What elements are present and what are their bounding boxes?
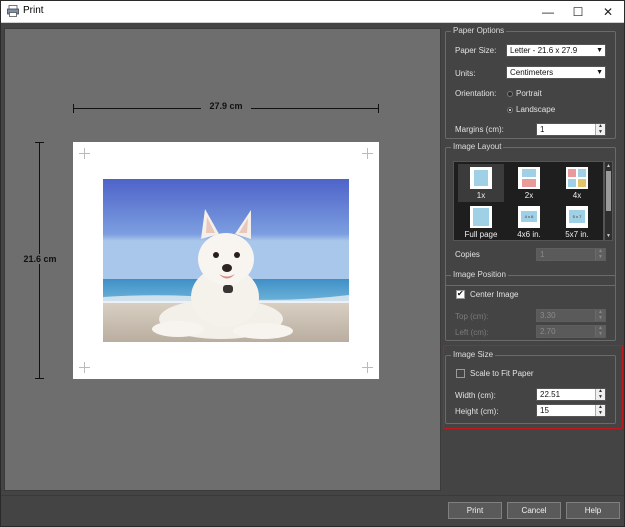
layout-scrollbar[interactable]: ▲ ▼ xyxy=(604,161,613,241)
maximize-icon: ☐ xyxy=(572,4,584,19)
left-label: Left (cm): xyxy=(455,328,489,337)
units-label: Units: xyxy=(455,69,476,78)
width-dimension-label: 27.9 cm xyxy=(201,101,251,111)
copies-spinbox[interactable]: 1 ▲ ▼ xyxy=(536,248,606,261)
window-title: Print xyxy=(23,5,44,16)
paper-options-title: Paper Options xyxy=(451,26,507,35)
chevron-down-icon: ▼ xyxy=(596,69,603,76)
close-icon: ✕ xyxy=(602,4,614,19)
thumb-text: 4 x 6 xyxy=(521,211,537,222)
margins-label: Margins (cm): xyxy=(455,125,504,134)
layout-list: 1x 2x 4x Full page 4 x 6 4x6 in. 5 x 7 5… xyxy=(453,161,604,241)
top-stepper[interactable]: ▲ ▼ xyxy=(595,310,605,321)
copies-label: Copies xyxy=(455,250,480,259)
scrollbar-thumb[interactable] xyxy=(606,171,611,211)
crop-mark xyxy=(362,148,373,159)
units-select[interactable]: Centimeters ▼ xyxy=(506,66,606,79)
arrow-down-icon[interactable]: ▼ xyxy=(596,130,605,135)
layout-tile-full-page[interactable]: Full page xyxy=(458,203,504,240)
paper-size-value: Letter - 21.6 x 27.9 xyxy=(510,46,578,55)
portrait-radio[interactable] xyxy=(507,91,513,97)
left-spinbox[interactable]: 2.70 ▲ ▼ xyxy=(536,325,606,338)
image-size-highlight xyxy=(443,345,623,429)
paper-size-label: Paper Size: xyxy=(455,46,497,55)
top-label: Top (cm): xyxy=(455,312,489,321)
margins-value: 1 xyxy=(540,125,545,134)
close-button[interactable]: ✕ xyxy=(593,1,623,22)
copies-value: 1 xyxy=(540,250,545,259)
printer-icon xyxy=(7,5,19,17)
paper-preview xyxy=(73,142,379,379)
print-dialog: Print — ☐ ✕ 27.9 cm 21.6 cm Paper Option… xyxy=(0,0,625,527)
image-position-title: Image Position xyxy=(451,270,508,279)
portrait-label: Portrait xyxy=(516,89,542,98)
arrow-down-icon[interactable]: ▼ xyxy=(596,332,605,337)
copies-stepper[interactable]: ▲ ▼ xyxy=(595,249,605,260)
center-image-label: Center Image xyxy=(470,290,519,299)
image-layout-title: Image Layout xyxy=(451,142,504,151)
layout-tile-2x[interactable]: 2x xyxy=(506,164,552,202)
layout-tile-label: Full page xyxy=(464,230,498,239)
footer-divider xyxy=(1,495,624,496)
print-button[interactable]: Print xyxy=(448,502,502,519)
landscape-label: Landscape xyxy=(516,105,556,114)
dog-photo-image xyxy=(103,179,349,342)
image-layout-group: Image Layout 1x 2x 4x Full page 4 x 6 4x… xyxy=(445,142,616,286)
margins-spinbox[interactable]: 1 ▲ ▼ xyxy=(536,123,606,136)
margins-stepper[interactable]: ▲ ▼ xyxy=(595,124,605,135)
layout-4x6-icon: 4 x 6 xyxy=(518,206,540,228)
photo-preview[interactable] xyxy=(103,179,349,342)
paper-size-select[interactable]: Letter - 21.6 x 27.9 ▼ xyxy=(506,44,606,57)
layout-tile-label: 4x6 in. xyxy=(517,230,541,239)
cancel-button[interactable]: Cancel xyxy=(507,502,561,519)
center-image-checkbox[interactable] xyxy=(456,289,465,299)
thumb-text: 5 x 7 xyxy=(569,210,585,223)
layout-tile-4x[interactable]: 4x xyxy=(554,164,600,202)
left-value: 2.70 xyxy=(540,327,556,336)
print-preview-area: 27.9 cm 21.6 cm xyxy=(4,28,441,491)
crop-mark xyxy=(362,362,373,373)
chevron-down-icon: ▼ xyxy=(596,47,603,54)
layout-tile-4x6[interactable]: 4 x 6 4x6 in. xyxy=(506,203,552,240)
layout-tile-label: 1x xyxy=(476,191,486,200)
layout-tile-label: 2x xyxy=(524,191,534,200)
paper-options-group: Paper Options Paper Size: Letter - 21.6 … xyxy=(445,26,616,139)
layout-2x-icon xyxy=(518,167,540,189)
layout-tile-label: 4x xyxy=(572,191,582,200)
minimize-button[interactable]: — xyxy=(533,1,563,22)
image-position-group: Image Position Center Image Top (cm): 3.… xyxy=(445,270,616,341)
arrow-down-icon[interactable]: ▼ xyxy=(596,255,605,260)
scroll-up-icon[interactable]: ▲ xyxy=(605,162,612,170)
layout-full-page-icon xyxy=(470,206,492,228)
help-button[interactable]: Help xyxy=(566,502,620,519)
minimize-icon: — xyxy=(542,4,554,19)
layout-4x-icon xyxy=(566,167,588,189)
orientation-label: Orientation: xyxy=(455,89,497,98)
top-value: 3.30 xyxy=(540,311,556,320)
left-stepper[interactable]: ▲ ▼ xyxy=(595,326,605,337)
scroll-down-icon[interactable]: ▼ xyxy=(605,232,612,240)
title-bar: Print — ☐ ✕ xyxy=(1,1,624,23)
crop-mark xyxy=(79,148,90,159)
landscape-radio[interactable] xyxy=(507,107,513,113)
maximize-button[interactable]: ☐ xyxy=(563,1,593,22)
arrow-down-icon[interactable]: ▼ xyxy=(596,316,605,321)
layout-tile-1x[interactable]: 1x xyxy=(458,164,504,202)
units-value: Centimeters xyxy=(510,68,554,77)
top-spinbox[interactable]: 3.30 ▲ ▼ xyxy=(536,309,606,322)
height-dimension-label: 21.6 cm xyxy=(20,254,60,264)
layout-tile-5x7[interactable]: 5 x 7 5x7 in. xyxy=(554,203,600,240)
layout-1x-icon xyxy=(470,167,492,189)
layout-tile-label: 5x7 in. xyxy=(565,230,589,239)
layout-5x7-icon: 5 x 7 xyxy=(566,206,588,228)
crop-mark xyxy=(79,362,90,373)
